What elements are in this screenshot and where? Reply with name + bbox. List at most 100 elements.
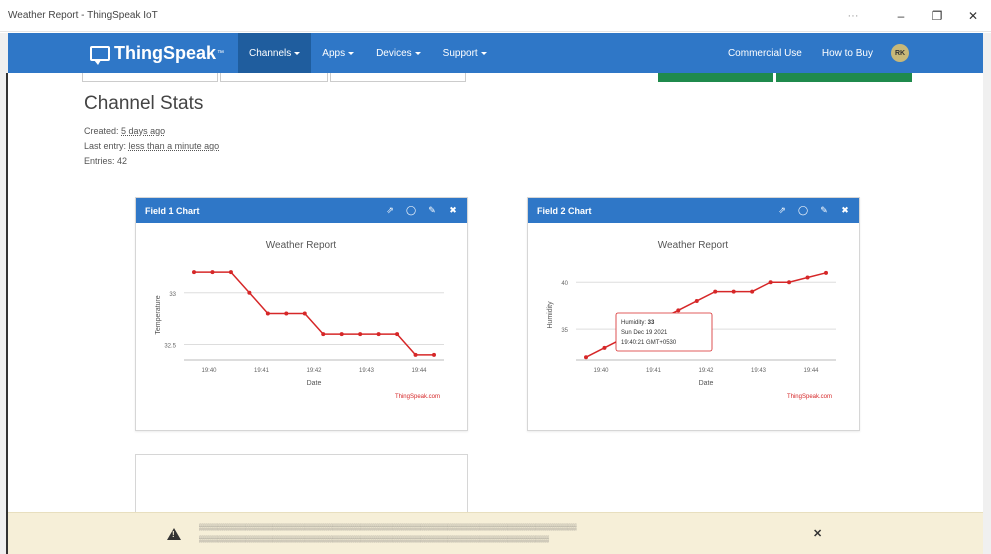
created-value: 5 days ago	[121, 126, 166, 136]
data-point	[602, 345, 607, 350]
cookie-close-icon[interactable]: ✕	[813, 527, 822, 540]
field2-chart-area: Weather Report 40 35 19:40 19:41 19:42 19:43 19…	[536, 228, 850, 422]
speech-bubble-icon	[90, 45, 110, 65]
restore-icon[interactable]: ❐	[919, 0, 955, 32]
x-tick-label: 19:41	[646, 368, 662, 374]
data-point	[750, 289, 755, 294]
x-tick-label: 19:41	[254, 368, 270, 374]
entries-value: 42	[117, 156, 128, 166]
chart-title: Weather Report	[658, 240, 729, 251]
close-icon[interactable]: ✖	[840, 205, 850, 216]
x-tick-label: 19:44	[803, 368, 819, 374]
data-point	[358, 332, 363, 337]
comment-icon[interactable]: ◯	[406, 205, 416, 216]
comment-icon[interactable]: ◯	[798, 205, 808, 216]
nav-channels[interactable]: Channels	[238, 33, 312, 73]
data-point	[376, 332, 381, 337]
data-point	[787, 280, 792, 285]
data-point	[228, 270, 233, 275]
window-title: Weather Report - ThingSpeak IoT	[8, 10, 158, 21]
tab-stub-3[interactable]	[330, 73, 466, 82]
close-icon[interactable]: ✖	[448, 205, 458, 216]
x-tick-label: 19:43	[751, 368, 767, 374]
data-point	[284, 311, 289, 316]
user-avatar[interactable]: RK	[891, 44, 909, 62]
field2-chart-card: Field 2 Chart ⇗ ◯ ✎ ✖ Weather Report 40 35…	[527, 197, 860, 431]
data-point	[321, 332, 326, 337]
data-point	[731, 289, 736, 294]
y-axis-label: Humidity	[547, 301, 554, 329]
nav-menu: Channels Apps Devices Support	[238, 33, 498, 73]
x-tick-label: 19:40	[201, 368, 217, 374]
field1-chart-title: Field 1 Chart	[145, 205, 200, 216]
warning-icon	[167, 527, 181, 540]
tab-stub-2[interactable]	[220, 73, 328, 82]
stat-last-entry: Last entry: less than a minute ago	[84, 141, 220, 151]
nav-apps[interactable]: Apps	[311, 33, 365, 73]
y-tick-label: 35	[561, 328, 568, 334]
y-tick-label: 33	[169, 292, 176, 298]
x-tick-label: 19:43	[359, 368, 375, 374]
last-entry-value: less than a minute ago	[128, 141, 220, 151]
data-point	[210, 270, 215, 275]
more-options-icon[interactable]: ···	[823, 0, 883, 32]
caret-down-icon	[414, 51, 421, 55]
field1-chart-area: Weather Report 33 32.5 19:40 19:41 19:42 19:43…	[144, 228, 458, 422]
data-point	[302, 311, 307, 316]
channel-stats-title: Channel Stats	[84, 93, 204, 114]
field2-chart-header: Field 2 Chart ⇗ ◯ ✎ ✖	[528, 198, 859, 223]
cookie-banner: ▒▒▒▒▒▒▒▒▒▒▒▒▒▒▒▒▒▒▒▒▒▒▒▒▒▒▒▒▒▒▒▒▒▒▒▒▒▒▒▒…	[8, 512, 983, 554]
brand-name: ThingSpeak	[114, 42, 217, 63]
data-point	[713, 289, 718, 294]
caret-down-icon	[294, 51, 301, 55]
data-point	[824, 270, 828, 275]
field1-chart-card: Field 1 Chart ⇗ ◯ ✎ ✖ Weather Report 33 32…	[135, 197, 468, 431]
tab-stub-1[interactable]	[82, 73, 218, 82]
data-point	[413, 352, 418, 357]
window-right-edge	[983, 33, 991, 554]
field1-chart-header: Field 1 Chart ⇗ ◯ ✎ ✖	[136, 198, 467, 223]
data-point	[676, 308, 681, 313]
x-tick-label: 19:42	[698, 368, 714, 374]
green-button-2[interactable]	[776, 73, 912, 82]
window-titlebar: Weather Report - ThingSpeak IoT ··· – ❐ …	[0, 0, 991, 32]
x-axis-label: Date	[307, 380, 322, 387]
stat-created: Created: 5 days ago	[84, 126, 166, 136]
tooltip-line-3: 19:40:21 GMT+0530	[621, 340, 677, 346]
stat-entries: Entries: 42	[84, 156, 128, 166]
data-point	[694, 298, 699, 303]
field1-line-chart: Weather Report 33 32.5 19:40 19:41 19:42 19:43…	[155, 240, 444, 400]
close-window-icon[interactable]: ✕	[955, 0, 991, 32]
green-button-1[interactable]	[658, 73, 773, 82]
nav-support[interactable]: Support	[432, 33, 498, 73]
brand-trademark: ™	[217, 49, 225, 57]
data-point	[247, 290, 252, 295]
chart-credit: ThingSpeak.com	[787, 394, 832, 400]
data-point	[768, 280, 773, 285]
scroll-edge	[6, 73, 8, 554]
external-link-icon[interactable]: ⇗	[777, 205, 787, 216]
y-tick-label: 40	[561, 281, 568, 287]
nav-devices[interactable]: Devices	[365, 33, 432, 73]
pencil-icon[interactable]: ✎	[819, 205, 829, 216]
pencil-icon[interactable]: ✎	[427, 205, 437, 216]
chart-title: Weather Report	[266, 240, 337, 251]
minimize-icon[interactable]: –	[883, 0, 919, 32]
nav-commercial-use[interactable]: Commercial Use	[718, 33, 812, 73]
caret-down-icon	[480, 51, 487, 55]
field2-line-chart: Weather Report 40 35 19:40 19:41 19:42 19:43 19…	[547, 240, 836, 400]
external-link-icon[interactable]: ⇗	[385, 205, 395, 216]
x-tick-label: 19:42	[306, 368, 322, 374]
tooltip-line-1: Humidity: 33	[621, 320, 655, 326]
x-tick-label: 19:40	[593, 368, 609, 374]
data-point	[805, 275, 810, 280]
top-navbar: ThingSpeak ™ Channels Apps Devices Suppor…	[8, 33, 983, 73]
data-point	[584, 355, 588, 360]
y-axis-label: Temperature	[155, 295, 162, 334]
data-point	[339, 332, 344, 337]
main-content: Channel Stats Created: 5 days ago Last e…	[8, 73, 983, 554]
nav-how-to-buy[interactable]: How to Buy	[812, 33, 883, 73]
field2-chart-title: Field 2 Chart	[537, 205, 592, 216]
x-tick-label: 19:44	[411, 368, 427, 374]
brand-logo[interactable]: ThingSpeak ™	[90, 42, 225, 65]
